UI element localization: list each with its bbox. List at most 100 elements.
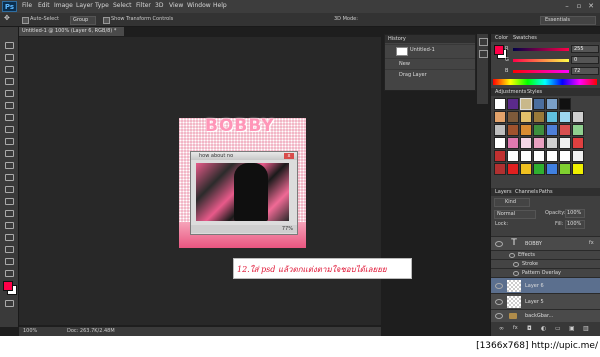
foreground-color-swatch[interactable] [3, 281, 13, 291]
zoom-tool[interactable] [3, 269, 15, 277]
style-swatch[interactable] [572, 163, 584, 175]
eye-icon[interactable] [513, 271, 519, 276]
healing-tool[interactable] [3, 113, 15, 121]
style-swatch[interactable] [494, 150, 506, 162]
eye-icon[interactable] [495, 241, 503, 247]
eye-icon[interactable] [495, 283, 503, 289]
style-swatch[interactable] [572, 124, 584, 136]
style-swatch[interactable] [559, 137, 571, 149]
style-swatch[interactable] [546, 163, 558, 175]
new-group-icon[interactable]: ▭ [555, 325, 561, 332]
tab-color[interactable]: Color [495, 35, 508, 41]
style-swatch[interactable] [520, 124, 532, 136]
eye-icon[interactable] [513, 262, 519, 267]
style-swatch[interactable] [507, 111, 519, 123]
quick-mask-tool[interactable] [3, 299, 15, 307]
minimize-icon[interactable]: – [562, 1, 572, 11]
style-swatch[interactable] [520, 98, 532, 110]
workspace-dropdown[interactable]: Essentials [540, 16, 596, 25]
channel-r-slider[interactable] [513, 48, 569, 51]
maximize-icon[interactable]: ▫ [574, 1, 584, 11]
blur-tool[interactable] [3, 185, 15, 193]
menu-3d[interactable]: 3D [155, 2, 163, 9]
style-swatch[interactable] [546, 124, 558, 136]
style-swatch[interactable] [507, 150, 519, 162]
style-swatch[interactable] [572, 111, 584, 123]
lasso-tool[interactable] [3, 65, 15, 73]
channel-r-value[interactable]: 255 [571, 45, 599, 53]
channel-g-slider[interactable] [513, 59, 569, 62]
menu-filter[interactable]: Filter [136, 2, 151, 9]
tab-swatches[interactable]: Swatches [513, 35, 537, 41]
link-layers-icon[interactable]: ∞ [499, 325, 504, 332]
style-swatch[interactable] [559, 98, 571, 110]
tab-adjustments[interactable]: Adjustments [495, 89, 526, 95]
layer-row-layer-6[interactable]: Layer 6 [491, 277, 600, 294]
style-swatch[interactable] [494, 163, 506, 175]
tab-paths[interactable]: Paths [539, 189, 553, 195]
style-swatch[interactable] [546, 137, 558, 149]
pen-tool[interactable] [3, 209, 15, 217]
eraser-tool[interactable] [3, 161, 15, 169]
eye-icon[interactable] [495, 313, 503, 319]
channel-g-value[interactable]: 0 [571, 56, 599, 64]
channel-b-value[interactable]: 72 [571, 67, 599, 75]
add-style-icon[interactable]: fx [513, 325, 518, 331]
style-swatch[interactable] [559, 163, 571, 175]
style-swatch[interactable] [572, 137, 584, 149]
new-layer-icon[interactable]: ▣ [569, 325, 575, 332]
history-item[interactable]: Drag Layer [385, 69, 475, 80]
style-swatch[interactable] [494, 137, 506, 149]
shape-tool[interactable] [3, 245, 15, 253]
history-item[interactable]: Untitled-1 [385, 44, 475, 56]
layer-row-layer-5[interactable]: Layer 5 [491, 293, 600, 310]
eye-icon[interactable] [509, 253, 515, 258]
style-swatch[interactable] [546, 150, 558, 162]
fill-field[interactable]: 100% [565, 220, 585, 229]
menu-type[interactable]: Type [95, 2, 109, 9]
style-swatch[interactable] [533, 124, 545, 136]
style-swatch[interactable] [533, 98, 545, 110]
channel-b-slider[interactable] [513, 70, 569, 73]
menu-file[interactable]: File [22, 2, 32, 9]
dodge-tool[interactable] [3, 197, 15, 205]
color-foreground-swatch[interactable] [494, 45, 504, 55]
style-swatch[interactable] [533, 150, 545, 162]
zoom-level[interactable]: 100% [23, 327, 37, 336]
crop-tool[interactable] [3, 89, 15, 97]
marquee-tool[interactable] [3, 53, 15, 61]
style-swatch[interactable] [572, 150, 584, 162]
auto-select-checkbox[interactable] [22, 17, 29, 24]
transform-checkbox[interactable] [103, 17, 110, 24]
tab-styles[interactable]: Styles [527, 89, 542, 95]
adjustment-layer-icon[interactable]: ◐ [541, 325, 546, 332]
style-swatch[interactable] [507, 137, 519, 149]
tab-channels[interactable]: Channels [515, 189, 538, 195]
style-swatch[interactable] [494, 111, 506, 123]
history-item[interactable]: New [385, 58, 475, 69]
layer-filter-dropdown[interactable]: Kind [494, 198, 530, 207]
eyedropper-tool[interactable] [3, 101, 15, 109]
style-swatch[interactable] [507, 98, 519, 110]
path-selection-tool[interactable] [3, 233, 15, 241]
type-tool[interactable] [3, 221, 15, 229]
style-swatch[interactable] [533, 163, 545, 175]
style-swatch[interactable] [507, 163, 519, 175]
gradient-tool[interactable] [3, 173, 15, 181]
move-tool-icon[interactable]: ✥ [4, 14, 10, 22]
style-swatch[interactable] [494, 124, 506, 136]
mask-icon[interactable]: ◘ [527, 325, 532, 332]
document-tab[interactable]: Untitled-1 @ 100% (Layer 6, RGB/8) * [19, 27, 124, 36]
style-swatch[interactable] [494, 98, 506, 110]
style-swatch[interactable] [520, 163, 532, 175]
opacity-field[interactable]: 100% [565, 209, 585, 218]
magic-wand-tool[interactable] [3, 77, 15, 85]
style-swatch[interactable] [559, 124, 571, 136]
hand-tool[interactable] [3, 257, 15, 265]
menu-edit[interactable]: Edit [38, 2, 50, 9]
color-spectrum-ramp[interactable] [493, 79, 597, 85]
style-swatch[interactable] [546, 111, 558, 123]
menu-help[interactable]: Help [213, 2, 227, 9]
auto-select-dropdown[interactable]: Group [70, 16, 96, 25]
eye-icon[interactable] [495, 299, 503, 305]
